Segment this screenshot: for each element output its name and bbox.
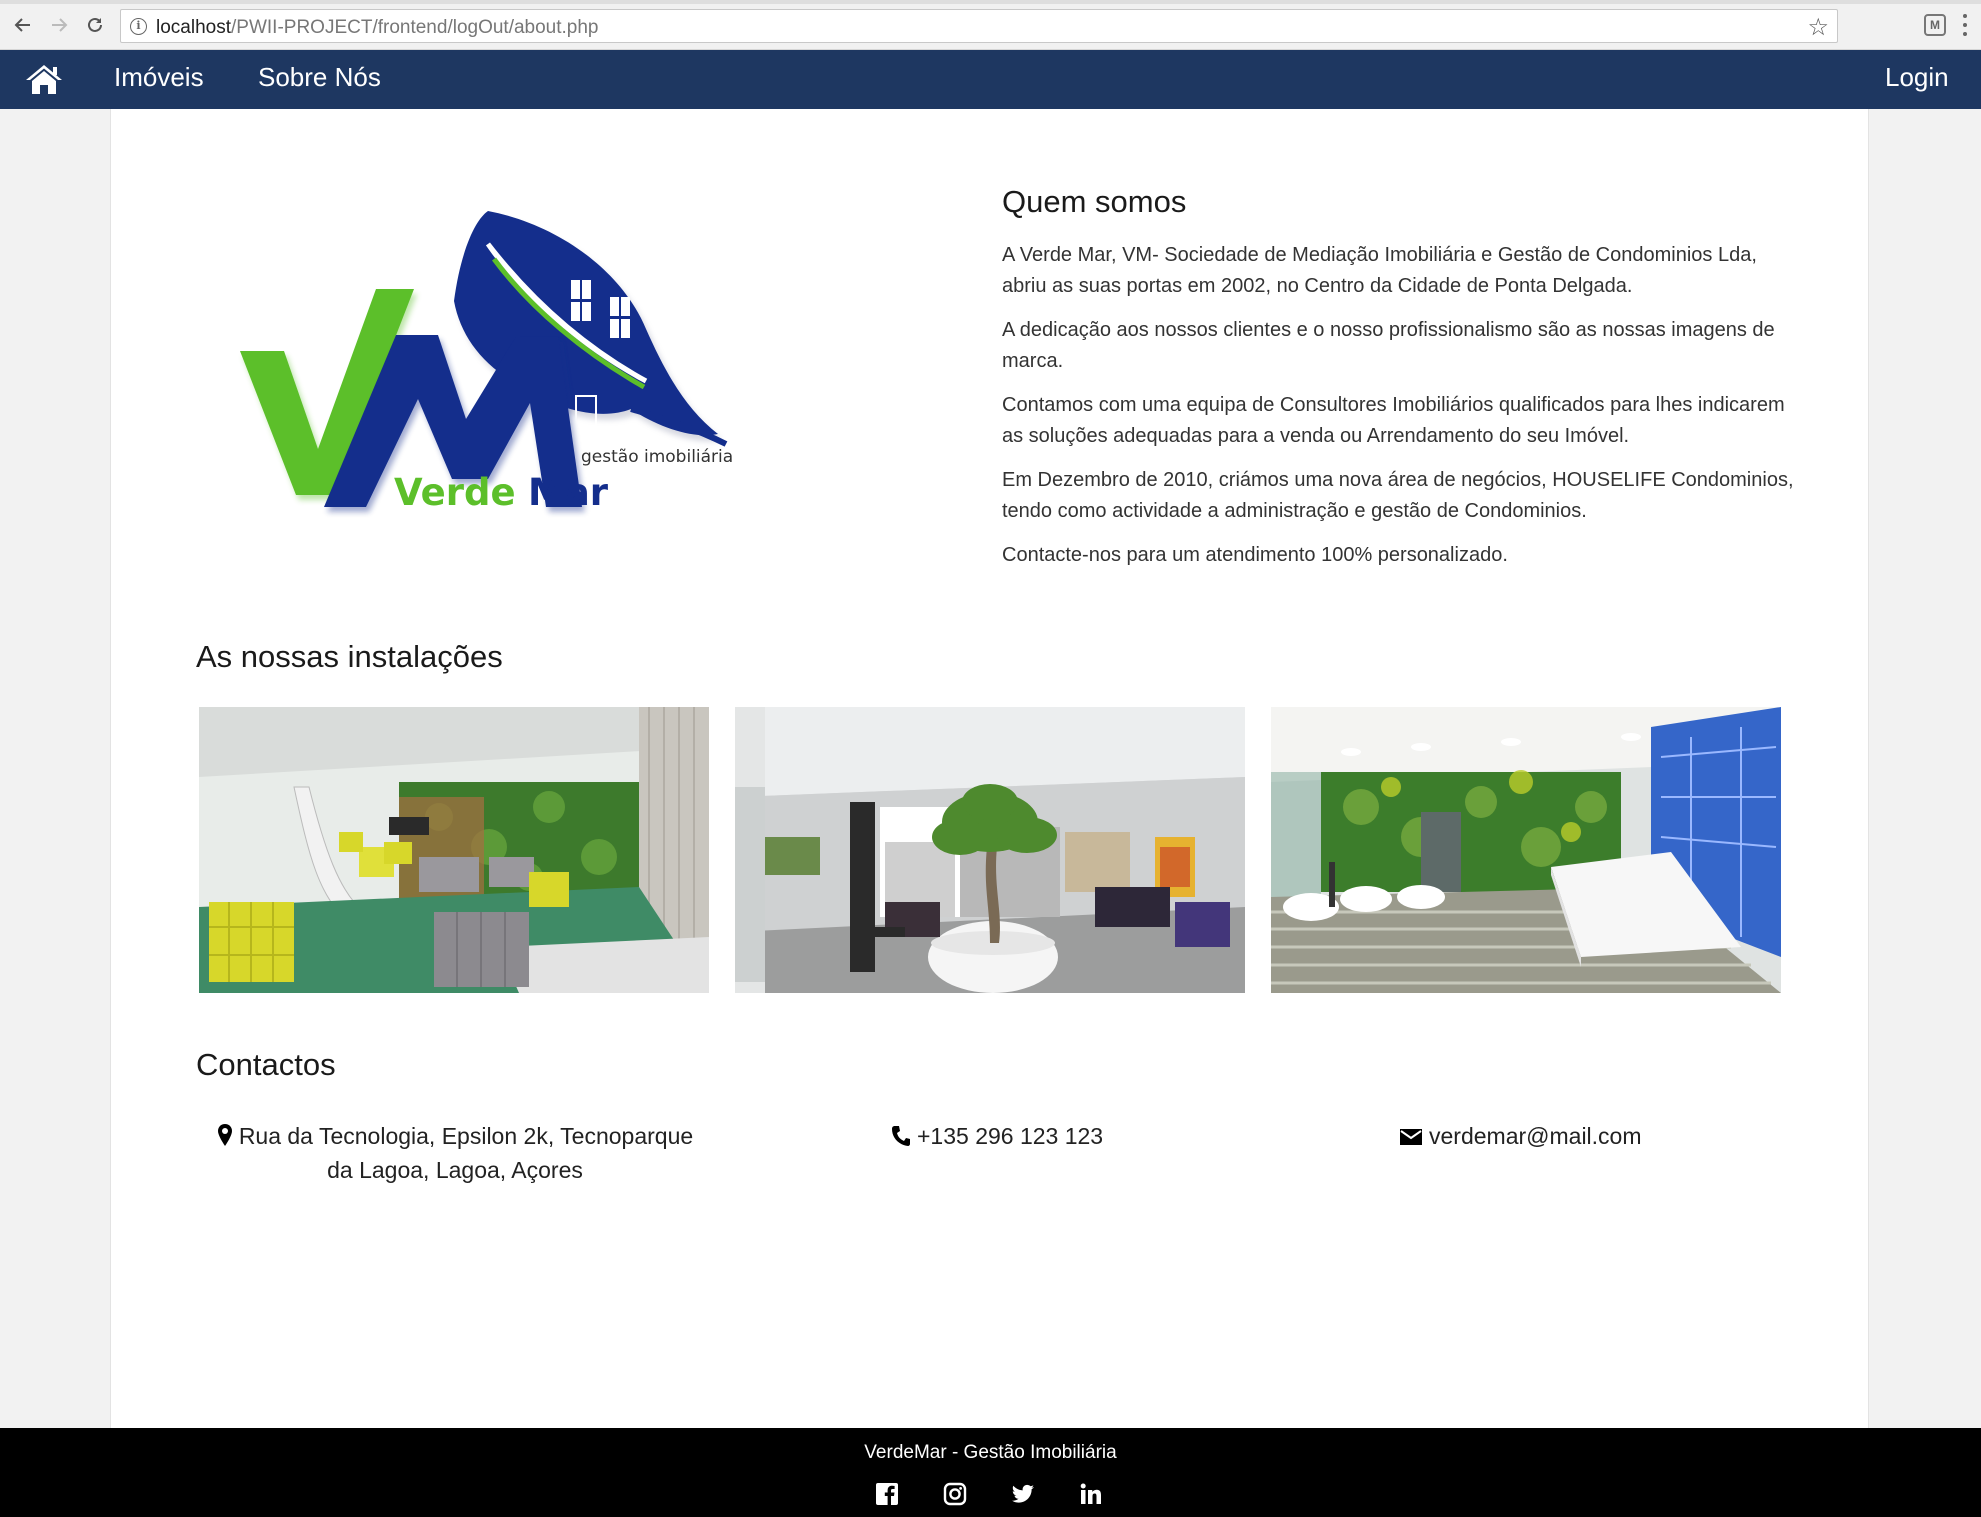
extension-icon[interactable]: M: [1924, 14, 1946, 36]
logo-brand-blue: Mar: [528, 471, 609, 514]
reload-icon[interactable]: [82, 12, 108, 38]
contact-address: Rua da Tecnologia, Epsilon 2k, Tecnoparq…: [205, 1119, 705, 1187]
bookmark-star-icon[interactable]: ☆: [1807, 13, 1829, 41]
browser-menu-icon[interactable]: [1960, 12, 1970, 38]
address-line-1: Rua da Tecnologia, Epsilon 2k, Tecnoparq…: [238, 1123, 694, 1149]
tab-strip: [0, 0, 1981, 4]
phone-icon: [892, 1126, 910, 1146]
facility-photo-interior: [735, 707, 1245, 993]
about-title: Quem somos: [1002, 184, 1187, 219]
map-marker-icon: [217, 1124, 232, 1146]
contact-email: verdemar@mail.com: [1399, 1119, 1642, 1153]
browser-toolbar: i localhost/PWII-PROJECT/frontend/logOut…: [0, 0, 1981, 50]
about-paragraph: A Verde Mar, VM- Sociedade de Mediação I…: [1002, 244, 1757, 297]
about-paragraph: A dedicação aos nossos clientes e o noss…: [1002, 319, 1775, 372]
logo-brand-green: Verde: [394, 471, 516, 514]
instagram-icon[interactable]: [943, 1482, 967, 1506]
about-section: Quem somos A Verde Mar, VM- Sociedade de…: [1002, 184, 1802, 584]
address-line-2: da Lagoa, Lagoa, Açores: [327, 1157, 583, 1183]
home-icon[interactable]: [24, 62, 64, 96]
company-logo: Verde Mar gestão imobiliária: [226, 189, 796, 519]
info-icon[interactable]: i: [130, 18, 147, 35]
twitter-icon[interactable]: [1011, 1482, 1035, 1506]
url-text[interactable]: localhost/PWII-PROJECT/frontend/logOut/a…: [156, 17, 599, 39]
email-address[interactable]: verdemar@mail.com: [1429, 1123, 1642, 1149]
page-footer: VerdeMar - Gestão Imobiliária: [0, 1428, 1981, 1517]
logo-tagline: gestão imobiliária: [581, 447, 733, 467]
facebook-icon[interactable]: [875, 1482, 899, 1506]
back-icon[interactable]: [10, 12, 36, 38]
nav-sobre-nos[interactable]: Sobre Nós: [258, 62, 381, 93]
about-paragraph: Em Dezembro de 2010, criámos uma nova ár…: [1002, 469, 1794, 522]
phone-number[interactable]: +135 296 123 123: [917, 1123, 1103, 1149]
content-card: Verde Mar gestão imobiliária Quem somos …: [110, 109, 1869, 1428]
facility-photo-reception: [1271, 707, 1781, 993]
about-paragraph: Contacte-nos para um atendimento 100% pe…: [1002, 544, 1508, 566]
login-link[interactable]: Login: [1885, 62, 1949, 93]
contact-phone: +135 296 123 123: [891, 1119, 1103, 1153]
about-paragraph: Contamos com uma equipa de Consultores I…: [1002, 394, 1785, 447]
address-bar[interactable]: i localhost/PWII-PROJECT/frontend/logOut…: [120, 9, 1838, 43]
linkedin-icon[interactable]: [1079, 1482, 1103, 1506]
nav-imoveis[interactable]: Imóveis: [114, 62, 204, 93]
envelope-icon: [1400, 1129, 1422, 1145]
contacts-title: Contactos: [196, 1047, 336, 1082]
facility-photo-lounge: [199, 707, 709, 993]
forward-icon[interactable]: [46, 12, 72, 38]
facilities-title: As nossas instalações: [196, 639, 503, 674]
footer-text: VerdeMar - Gestão Imobiliária: [864, 1442, 1117, 1463]
main-navbar: Imóveis Sobre Nós Login: [0, 50, 1981, 109]
